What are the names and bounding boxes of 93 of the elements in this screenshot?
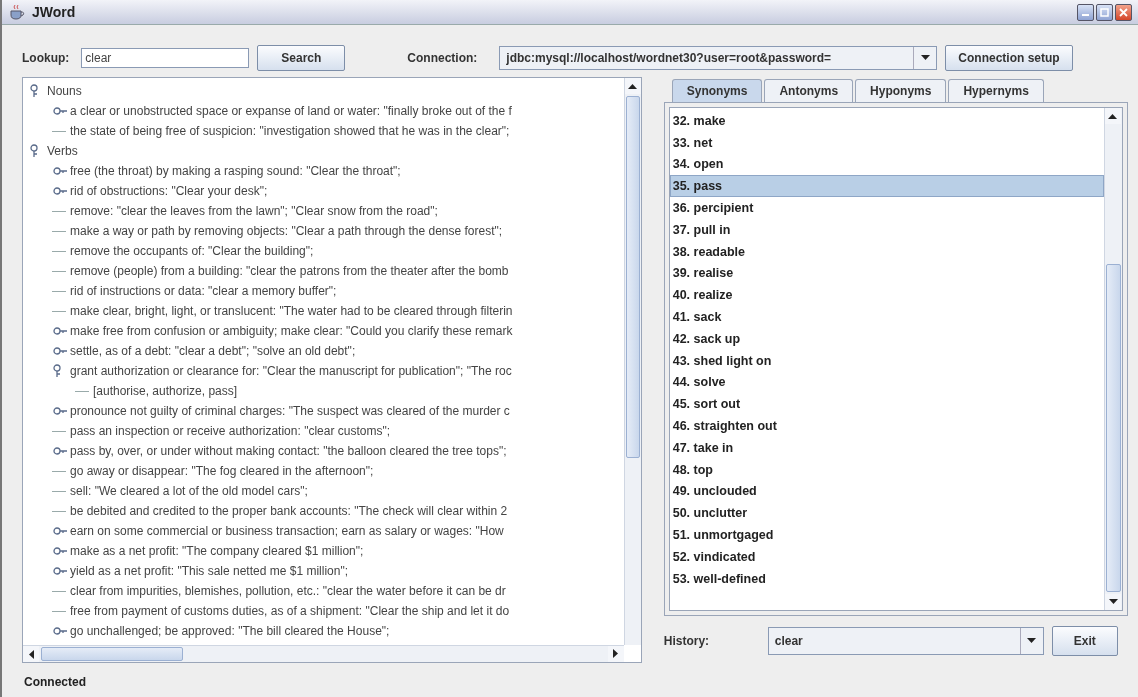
collapsed-handle-icon[interactable] <box>52 164 70 178</box>
tree-item[interactable]: free from payment of customs duties, as of a shipment: "Clear the ship and let it do <box>70 604 510 618</box>
tree-item[interactable]: sell: "We cleared a lot of the old model cars"; <box>70 484 308 498</box>
tree-item[interactable]: be debited and credited to the proper bank accounts: "The check will clear within 2 <box>70 504 508 518</box>
close-button[interactable] <box>1115 3 1132 21</box>
synonym-item[interactable]: 38. readable <box>669 240 1104 263</box>
maximize-button[interactable] <box>1096 3 1113 21</box>
tree-item[interactable]: make a way or path by removing objects: "Clear a path through the dense forest"; <box>70 224 503 238</box>
synonym-item[interactable]: 39. realise <box>669 262 1104 285</box>
collapsed-handle-icon[interactable] <box>52 404 70 418</box>
tree-item[interactable]: settle, as of a debt: "clear a debt"; "solve an old debt"; <box>70 344 356 358</box>
collapsed-handle-icon[interactable] <box>52 624 70 638</box>
collapsed-handle-icon[interactable] <box>52 104 70 118</box>
collapsed-handle-icon[interactable] <box>52 544 70 558</box>
synonym-item[interactable]: 33. net <box>669 131 1104 154</box>
tree-item[interactable]: remove the occupants of: "Clear the building"; <box>70 244 314 258</box>
synonym-item[interactable]: 49. unclouded <box>669 480 1104 503</box>
synonym-item[interactable]: 35. pass <box>669 175 1104 198</box>
caret-icon <box>920 55 930 61</box>
right-arrow-icon <box>612 649 619 659</box>
left-arrow-icon <box>28 649 34 659</box>
collapsed-handle-icon[interactable] <box>52 564 70 578</box>
tree-item[interactable]: grant authorization or clearance for: "Clear the manuscript for publication"; "The roc <box>70 364 512 378</box>
tree-item[interactable]: the state of being free of suspicion: "investigation showed that he was in the clear"; <box>70 124 510 138</box>
tree-item[interactable]: remove: "clear the leaves from the lawn"; "Clear snow from the road"; <box>70 204 438 218</box>
tree-item[interactable]: make free from confusion or ambiguity; make clear: "Could you clarify these remark <box>70 324 513 338</box>
cup-icon <box>8 4 26 20</box>
status-text: Connected <box>23 674 87 689</box>
tree-item[interactable]: clear from impurities, blemishes, pollution, etc.: "clear the water before it can be dr <box>70 584 506 598</box>
maximize-icon <box>1100 7 1109 17</box>
connection-label: Connection: <box>407 51 478 65</box>
tree-item[interactable]: rid of obstructions: "Clear your desk"; <box>70 184 268 198</box>
minimize-icon <box>1082 14 1089 16</box>
tree-item[interactable]: go unchallenged; be approved: "The bill cleared the House"; <box>70 624 390 638</box>
caret-icon <box>1027 638 1037 644</box>
synonym-item[interactable]: 51. unmortgaged <box>669 524 1104 546</box>
exit-button[interactable]: Exit <box>1051 626 1118 656</box>
synonym-item[interactable]: 45. sort out <box>669 393 1104 416</box>
vertical-scrollbar[interactable] <box>623 78 641 645</box>
tree-item[interactable]: [authorise, authorize, pass] <box>93 384 238 398</box>
synonym-item[interactable]: 44. solve <box>669 371 1104 394</box>
tree-item[interactable]: go away or disappear: "The fog cleared in the afternoon"; <box>70 464 374 478</box>
synonym-item[interactable]: 43. shed light on <box>669 349 1104 372</box>
synonym-item[interactable]: 37. pull in <box>669 219 1104 241</box>
connection-setup-button[interactable]: Connection setup <box>945 45 1073 71</box>
collapsed-handle-icon[interactable] <box>52 344 70 358</box>
tree-item[interactable]: pass an inspection or receive authorization: "clear customs"; <box>70 424 390 438</box>
tree-item[interactable]: Nouns <box>47 84 82 98</box>
tab[interactable]: Hyponyms <box>855 79 947 102</box>
tab[interactable]: Synonyms <box>671 79 763 102</box>
synonym-item[interactable]: 41. sack <box>669 306 1104 328</box>
up-arrow-icon <box>628 83 638 89</box>
minimize-button[interactable] <box>1077 3 1094 21</box>
tree-item[interactable]: free (the throat) by making a rasping sound: "Clear the throat"; <box>70 164 401 178</box>
collapsed-handle-icon[interactable] <box>52 444 70 458</box>
tree-item[interactable]: pass by, over, or under without making contact: "the balloon cleared the tree tops"; <box>70 444 507 458</box>
tree-item[interactable]: rid of instructions or data: "clear a memory buffer"; <box>70 284 337 298</box>
synonym-item[interactable]: 46. straighten out <box>669 415 1104 437</box>
collapsed-handle-icon[interactable] <box>52 524 70 538</box>
tree-item[interactable]: a clear or unobstructed space or expanse of land or water: "finally broke out of the f <box>70 104 512 118</box>
vertical-scrollbar[interactable] <box>1104 108 1122 610</box>
collapsed-handle-icon[interactable] <box>52 324 70 338</box>
tree-item[interactable]: yield as a net profit: "This sale netted me $1 million"; <box>70 564 348 578</box>
tree-item[interactable]: earn on some commercial or business transaction; earn as salary or wages: "How <box>70 524 504 538</box>
horizontal-scrollbar[interactable] <box>23 645 624 662</box>
search-button[interactable]: Search <box>257 45 346 71</box>
synonym-item[interactable]: 42. sack up <box>669 327 1104 350</box>
synonym-item[interactable]: 34. open <box>669 153 1104 176</box>
tree-item[interactable]: Verbs <box>47 144 78 158</box>
down-arrow-icon <box>1108 599 1118 605</box>
tree-item[interactable]: make as a net profit: "The company cleared $1 million"; <box>70 544 364 558</box>
connection-dropdown[interactable]: jdbc:mysql://localhost/wordnet30?user=root&password= <box>499 46 938 70</box>
collapsed-handle-icon[interactable] <box>52 184 70 198</box>
synonym-item[interactable]: 48. top <box>669 458 1104 481</box>
tree-item[interactable]: remove (people) from a building: "clear the patrons from the theater after the bomb <box>70 264 509 278</box>
lookup-field[interactable]: clear <box>81 48 250 68</box>
synonym-item[interactable]: 53. well-defined <box>669 567 1104 590</box>
synonym-item[interactable]: 36. percipient <box>669 197 1104 219</box>
synonym-item[interactable]: 52. vindicated <box>669 545 1104 568</box>
up-arrow-icon <box>1108 113 1118 119</box>
history-label: History: <box>663 634 711 648</box>
tab[interactable]: Hypernyms <box>948 79 1044 102</box>
tree-item[interactable]: pronounce not guilty of criminal charges: "The suspect was cleared of the murder c <box>70 404 510 418</box>
lookup-label: Lookup: <box>22 51 70 65</box>
window-title: JWord <box>32 4 77 20</box>
tab[interactable]: Antonyms <box>764 79 854 102</box>
synonym-item[interactable]: 32. make <box>669 110 1104 132</box>
history-dropdown[interactable]: clear <box>767 627 1044 655</box>
synonym-item[interactable]: 40. realize <box>669 284 1104 307</box>
synonym-item[interactable]: 47. take in <box>669 436 1104 459</box>
synonym-item[interactable]: 50. unclutter <box>669 502 1104 525</box>
tree-item[interactable]: make clear, bright, light, or translucent: "The water had to be cleared through filterin <box>70 304 513 318</box>
close-icon <box>1119 7 1128 17</box>
